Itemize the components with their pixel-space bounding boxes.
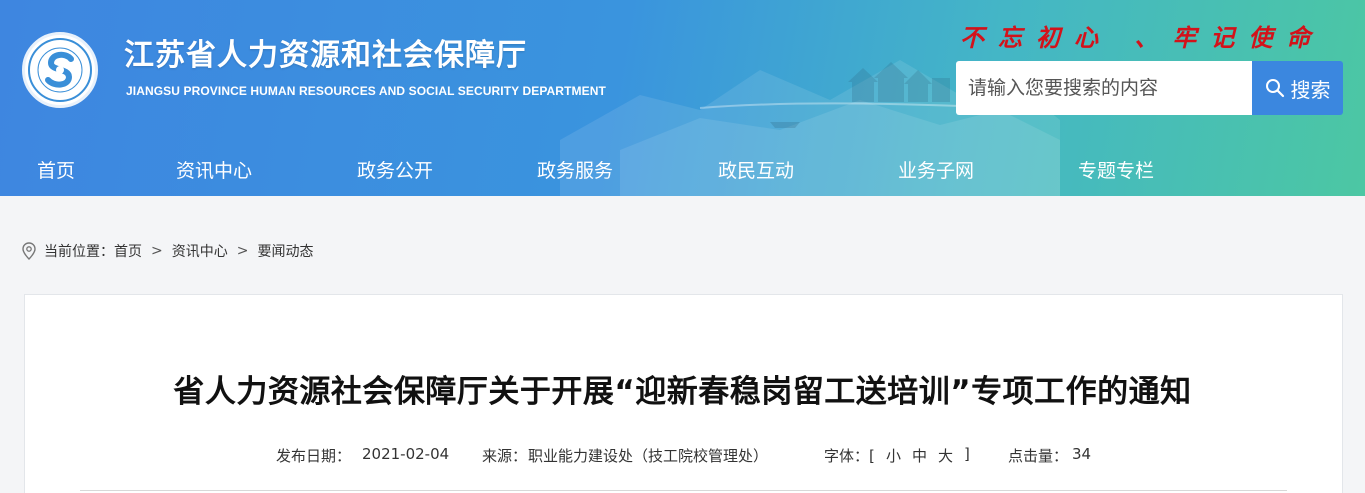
publish-date: 2021-02-04 [362,445,450,463]
article-title: 省人力资源社会保障厅关于开展“迎新春稳岗留工送培训”专项工作的通知 [173,374,1192,410]
font-size-medium-button[interactable]: 中 [912,445,927,466]
content-divider [80,490,1287,491]
search-icon [1265,79,1284,98]
nav-item-news[interactable]: 资讯中心 [176,156,252,183]
source-label: 来源： [482,447,528,465]
font-size-small-button[interactable]: 小 [886,445,901,466]
font-size-large-button[interactable]: 大 [938,445,953,466]
slogan-text: 不忘初心 、牢记使命 [960,23,1325,52]
location-pin-icon [22,242,36,260]
department-logo[interactable] [22,32,98,108]
breadcrumb-item-headlines[interactable]: 要闻动态 [257,241,313,261]
search-button[interactable]: 搜索 [1252,61,1343,115]
logo-emblem-icon [28,38,92,102]
source-value: 职业能力建设处（技工院校管理处） [528,447,769,465]
publish-date-label: 发布日期： [276,447,352,465]
hits-label: 点击量： [1008,447,1069,465]
site-header: 江苏省人力资源和社会保障厅 JIANGSU PROVINCE HUMAN RES… [0,0,1365,196]
nav-item-government-affairs[interactable]: 政务公开 [357,156,433,183]
site-subtitle: JIANGSU PROVINCE HUMAN RESOURCES AND SOC… [126,84,606,98]
nav-item-business-subnet[interactable]: 业务子网 [898,156,974,183]
nav-item-services[interactable]: 政务服务 [537,156,613,183]
breadcrumb-separator: > [236,243,249,259]
nav-item-interaction[interactable]: 政民互动 [718,156,794,183]
breadcrumb-item-news[interactable]: 资讯中心 [172,241,228,261]
font-size-label: 字体：[ [824,447,875,465]
main-nav: 首页 资讯中心 政务公开 政务服务 政民互动 业务子网 专题专栏 [0,140,1365,196]
breadcrumb: 当前位置： 首页 > 资讯中心 > 要闻动态 [22,241,313,261]
font-size-bracket-close: ] [964,445,970,463]
breadcrumb-separator: > [151,243,163,259]
hits-count: 34 [1072,445,1092,463]
search-input[interactable] [956,61,1252,115]
search-button-label: 搜索 [1290,77,1331,102]
breadcrumb-item-home[interactable]: 首页 [114,241,142,261]
nav-item-home[interactable]: 首页 [37,156,75,183]
site-title: 江苏省人力资源和社会保障厅 [124,38,527,73]
nav-item-special-topics[interactable]: 专题专栏 [1078,156,1154,183]
breadcrumb-prefix: 当前位置： [44,244,114,260]
